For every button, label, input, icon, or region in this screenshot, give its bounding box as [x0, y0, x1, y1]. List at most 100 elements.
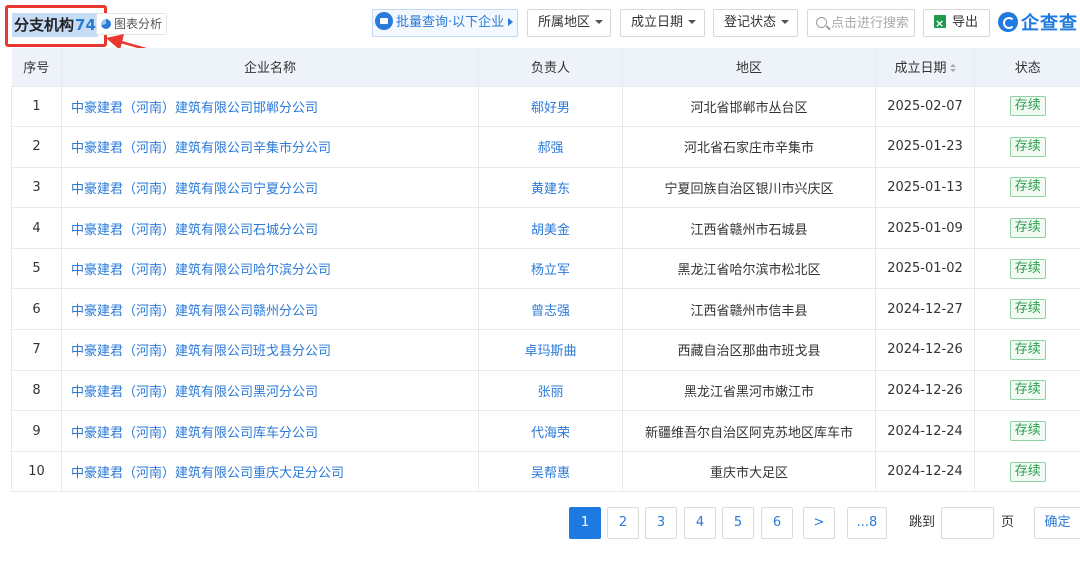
table-row[interactable]: 1 中豪建君（河南）建筑有限公司邯郸分公司 郗好男 河北省邯郸市丛台区 2025-02-… — [11, 85, 1080, 127]
export-button[interactable]: 导出 — [923, 9, 990, 37]
status-cell: 存续 — [974, 288, 1080, 330]
founded-date-filter-dropdown[interactable]: 成立日期 — [620, 9, 705, 37]
person-in-charge-link[interactable]: 曾志强 — [478, 288, 623, 330]
page-button-1[interactable]: 1 — [569, 507, 601, 539]
next-page-button[interactable]: > — [803, 507, 835, 539]
page-button-2[interactable]: 2 — [607, 507, 639, 539]
table-row[interactable]: 2 中豪建君（河南）建筑有限公司辛集市分公司 郝强 河北省石家庄市辛集市 2025-01… — [11, 126, 1080, 168]
qichacha-logo-icon — [998, 12, 1018, 32]
region-cell: 重庆市大足区 — [622, 450, 876, 493]
table-row[interactable]: 3 中豪建君（河南）建筑有限公司宁夏分公司 黄建东 宁夏回族自治区银川市兴庆区 2025… — [11, 166, 1080, 208]
column-header-person: 负责人 — [478, 48, 623, 86]
person-in-charge-link[interactable]: 胡美金 — [478, 207, 623, 249]
brand-logo: 企查查 — [998, 9, 1078, 37]
table-row[interactable]: 7 中豪建君（河南）建筑有限公司班戈县分公司 卓玛斯曲 西藏自治区那曲市班戈县 2024… — [11, 329, 1080, 371]
company-name-link[interactable]: 中豪建君（河南）建筑有限公司哈尔滨分公司 — [61, 247, 479, 289]
table-row[interactable]: 6 中豪建君（河南）建筑有限公司赣州分公司 曾志强 江西省赣州市信丰县 2024-12-… — [11, 288, 1080, 330]
status-badge: 存续 — [1009, 380, 1046, 401]
column-header-founded-date-label: 成立日期 — [894, 61, 947, 77]
founded-date-cell: 2024-12-26 — [875, 329, 975, 371]
status-cell: 存续 — [974, 247, 1080, 289]
person-in-charge-link[interactable]: 代海荣 — [478, 410, 623, 452]
company-name-link[interactable]: 中豪建君（河南）建筑有限公司班戈县分公司 — [61, 329, 479, 371]
status-badge: 存续 — [1009, 218, 1046, 239]
column-header-status: 状态 — [974, 48, 1080, 86]
export-label: 导出 — [952, 15, 979, 30]
status-cell: 存续 — [974, 329, 1080, 371]
company-name-link[interactable]: 中豪建君（河南）建筑有限公司重庆大足分公司 — [61, 450, 479, 493]
person-in-charge-link[interactable]: 杨立军 — [478, 247, 623, 289]
pie-chart-icon — [101, 19, 111, 29]
chart-analysis-label: 图表分析 — [114, 17, 163, 31]
status-cell: 存续 — [974, 450, 1080, 493]
table-row[interactable]: 9 中豪建君（河南）建筑有限公司库车分公司 代海荣 新疆维吾尔自治区阿克苏地区库车市 2… — [11, 410, 1080, 452]
row-index: 9 — [11, 410, 62, 452]
row-index: 5 — [11, 247, 62, 289]
brand-name: 企查查 — [1021, 13, 1078, 34]
pagination: 1 2 3 4 5 6 > ...8 跳到 页 确定 — [0, 507, 1080, 539]
status-badge: 存续 — [1009, 136, 1046, 157]
company-name-link[interactable]: 中豪建君（河南）建筑有限公司辛集市分公司 — [61, 126, 479, 168]
table-row[interactable]: 4 中豪建君（河南）建筑有限公司石城分公司 胡美金 江西省赣州市石城县 2025-01-… — [11, 207, 1080, 249]
company-name-link[interactable]: 中豪建君（河南）建筑有限公司赣州分公司 — [61, 288, 479, 330]
region-cell: 西藏自治区那曲市班戈县 — [622, 329, 876, 371]
region-cell: 黑龙江省哈尔滨市松北区 — [622, 247, 876, 289]
status-badge: 存续 — [1009, 96, 1046, 117]
person-in-charge-link[interactable]: 卓玛斯曲 — [478, 329, 623, 371]
founded-date-filter-label: 成立日期 — [631, 15, 684, 30]
region-cell: 黑龙江省黑河市嫩江市 — [622, 369, 876, 411]
section-title-text: 分支机构 — [14, 16, 75, 34]
region-cell: 宁夏回族自治区银川市兴庆区 — [622, 166, 876, 208]
search-input[interactable] — [831, 13, 913, 33]
column-header-founded-date[interactable]: 成立日期 — [875, 48, 975, 86]
page-button-3[interactable]: 3 — [645, 507, 677, 539]
region-filter-dropdown[interactable]: 所属地区 — [527, 9, 611, 37]
title-highlight-box: 分支机构74 — [5, 5, 107, 47]
page-unit-label: 页 — [1001, 515, 1015, 530]
region-cell: 新疆维吾尔自治区阿克苏地区库车市 — [622, 410, 876, 452]
company-name-link[interactable]: 中豪建君（河南）建筑有限公司石城分公司 — [61, 207, 479, 249]
table-body: 1 中豪建君（河南）建筑有限公司邯郸分公司 郗好男 河北省邯郸市丛台区 2025-02-… — [11, 85, 1080, 493]
search-icon — [816, 17, 827, 28]
founded-date-cell: 2025-01-02 — [875, 247, 975, 289]
page-button-5[interactable]: 5 — [722, 507, 754, 539]
company-name-link[interactable]: 中豪建君（河南）建筑有限公司黑河分公司 — [61, 369, 479, 411]
page-button-6[interactable]: 6 — [761, 507, 793, 539]
chevron-down-icon — [688, 20, 697, 24]
founded-date-cell: 2025-01-13 — [875, 166, 975, 208]
status-filter-dropdown[interactable]: 登记状态 — [713, 9, 798, 37]
batch-query-button[interactable]: 批量查询·以下企业 — [372, 9, 518, 37]
company-name-link[interactable]: 中豪建君（河南）建筑有限公司宁夏分公司 — [61, 166, 479, 208]
company-name-link[interactable]: 中豪建君（河南）建筑有限公司库车分公司 — [61, 410, 479, 452]
jump-page-input[interactable] — [941, 507, 994, 539]
founded-date-cell: 2024-12-27 — [875, 288, 975, 330]
person-in-charge-link[interactable]: 吴帮惠 — [478, 450, 623, 493]
sort-icon[interactable] — [949, 64, 956, 73]
company-name-link[interactable]: 中豪建君（河南）建筑有限公司邯郸分公司 — [61, 85, 479, 127]
status-cell: 存续 — [974, 207, 1080, 249]
status-badge: 存续 — [1009, 339, 1046, 360]
status-cell: 存续 — [974, 369, 1080, 411]
page-button-4[interactable]: 4 — [684, 507, 716, 539]
founded-date-cell: 2024-12-24 — [875, 410, 975, 452]
row-index: 6 — [11, 288, 62, 330]
person-in-charge-link[interactable]: 黄建东 — [478, 166, 623, 208]
confirm-jump-button[interactable]: 确定 — [1034, 507, 1080, 539]
last-page-button[interactable]: ...8 — [847, 507, 887, 539]
chevron-down-icon — [595, 20, 604, 24]
chevron-down-icon — [781, 20, 790, 24]
row-index: 4 — [11, 207, 62, 249]
section-title: 分支机构74 — [12, 13, 98, 37]
table-row[interactable]: 5 中豪建君（河南）建筑有限公司哈尔滨分公司 杨立军 黑龙江省哈尔滨市松北区 2025-… — [11, 247, 1080, 289]
row-index: 2 — [11, 126, 62, 168]
person-in-charge-link[interactable]: 郝强 — [478, 126, 623, 168]
play-arrow-icon — [508, 18, 514, 26]
status-cell: 存续 — [974, 126, 1080, 168]
person-in-charge-link[interactable]: 张丽 — [478, 369, 623, 411]
person-in-charge-link[interactable]: 郗好男 — [478, 85, 623, 127]
region-cell: 江西省赣州市石城县 — [622, 207, 876, 249]
table-row[interactable]: 10 中豪建君（河南）建筑有限公司重庆大足分公司 吴帮惠 重庆市大足区 2024-12-… — [11, 450, 1080, 493]
status-badge: 存续 — [1009, 461, 1046, 482]
batch-query-icon — [375, 12, 393, 30]
table-row[interactable]: 8 中豪建君（河南）建筑有限公司黑河分公司 张丽 黑龙江省黑河市嫩江市 2024-12-… — [11, 369, 1080, 411]
